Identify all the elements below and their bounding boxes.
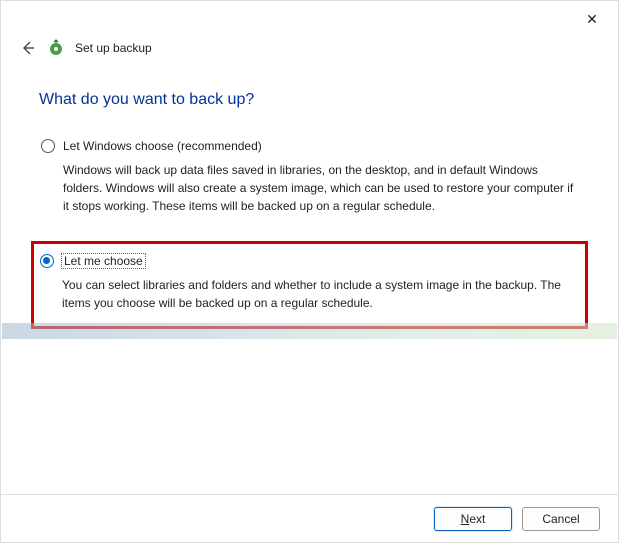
radio-unchecked-icon[interactable] xyxy=(41,139,55,153)
option-let-me-choose[interactable]: Let me choose You can select libraries a… xyxy=(31,241,588,329)
backup-icon xyxy=(47,39,65,57)
close-button[interactable]: ✕ xyxy=(580,7,604,31)
page-heading: What do you want to back up? xyxy=(39,91,580,109)
option-label-manual: Let me choose xyxy=(62,254,145,268)
option-head: Let Windows choose (recommended) xyxy=(41,139,578,153)
option-head: Let me choose xyxy=(40,254,579,268)
option-let-windows-choose[interactable]: Let Windows choose (recommended) Windows… xyxy=(39,135,580,219)
decorative-band xyxy=(2,323,617,339)
cancel-button[interactable]: Cancel xyxy=(522,507,600,531)
option-desc-manual: You can select libraries and folders and… xyxy=(40,276,579,312)
header-title: Set up backup xyxy=(75,41,152,55)
radio-checked-icon[interactable] xyxy=(40,254,54,268)
option-label-auto: Let Windows choose (recommended) xyxy=(63,139,262,153)
footer: Next Cancel xyxy=(1,494,618,542)
next-button[interactable]: Next xyxy=(434,507,512,531)
header-row: Set up backup xyxy=(1,37,618,67)
titlebar: ✕ xyxy=(1,1,618,37)
back-arrow-icon[interactable] xyxy=(19,39,37,57)
content-area: What do you want to back up? Let Windows… xyxy=(1,67,618,329)
option-desc-auto: Windows will back up data files saved in… xyxy=(41,161,578,215)
